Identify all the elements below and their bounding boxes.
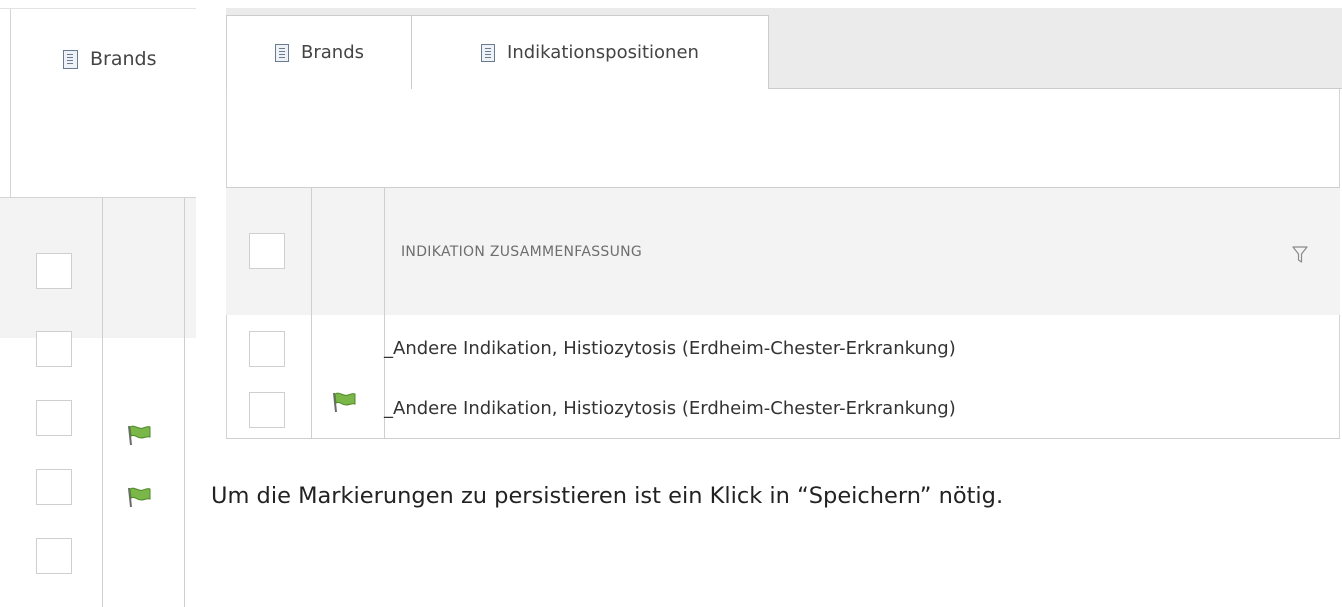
filter-icon[interactable] [1292, 246, 1308, 264]
row-checkbox[interactable] [36, 469, 72, 505]
active-tab-connector [412, 88, 768, 89]
document-list-icon [275, 43, 289, 62]
tab-label: Brands [90, 48, 157, 70]
table-row-summary: _Andere Indikation, Histiozytosis (Erdhe… [384, 398, 956, 419]
grid-bottom-border [226, 438, 1340, 439]
tab-label: Brands [301, 42, 364, 63]
background-grid-panel: Brands [0, 0, 196, 607]
tab-indikationspositionen[interactable]: Indikationspositionen [411, 15, 769, 89]
flag-icon[interactable] [126, 486, 152, 508]
flag-icon[interactable] [331, 391, 357, 413]
tab-label: Indikationspositionen [507, 42, 699, 63]
document-list-icon [481, 43, 496, 62]
row-checkbox[interactable] [36, 331, 72, 367]
column-header-indikation-zusammenfassung[interactable]: INDIKATION ZUSAMMENFASSUNG [401, 244, 642, 260]
row-checkbox[interactable] [36, 538, 72, 574]
column-divider [184, 198, 185, 607]
row-checkbox[interactable] [249, 392, 285, 428]
document-list-icon [63, 49, 78, 69]
row-checkbox[interactable] [36, 400, 72, 436]
select-all-checkbox[interactable] [36, 253, 72, 289]
tab-brands[interactable]: Brands [226, 15, 412, 89]
grid-header-row [0, 198, 196, 338]
column-divider [311, 188, 312, 438]
indikationspositionen-panel: Brands Indikationspositionen INDIKATION … [211, 0, 1342, 607]
save-hint-text: Um die Markierungen zu persistieren ist … [211, 483, 1004, 509]
column-divider [102, 198, 103, 607]
row-checkbox[interactable] [249, 331, 285, 367]
grid-header-row [226, 188, 1340, 315]
table-row-summary: _Andere Indikation, Histiozytosis (Erdhe… [384, 338, 956, 359]
tab-brands-background[interactable]: Brands [10, 9, 196, 197]
select-all-checkbox[interactable] [249, 233, 285, 269]
flag-icon[interactable] [126, 424, 152, 446]
